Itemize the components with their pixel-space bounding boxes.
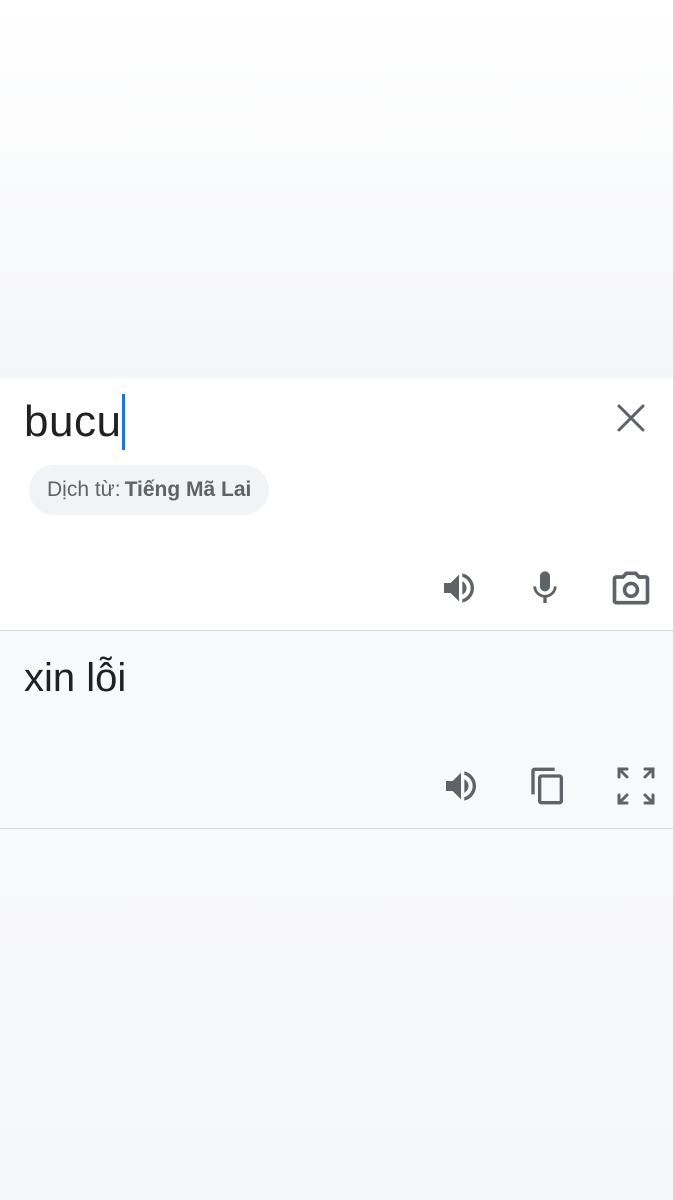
fullscreen-button[interactable] — [612, 762, 660, 810]
speaker-icon — [446, 771, 476, 801]
microphone-icon — [533, 571, 557, 603]
copy-translation-button[interactable] — [524, 762, 572, 810]
voice-input-button[interactable] — [521, 564, 569, 612]
source-language-label: Dịch từ: — [47, 478, 121, 501]
camera-icon — [612, 571, 650, 605]
translation-listen-button[interactable] — [437, 762, 485, 810]
close-icon — [617, 404, 645, 432]
camera-input-button[interactable] — [607, 564, 655, 612]
copy-icon — [531, 767, 563, 805]
clear-input-button[interactable] — [609, 396, 653, 440]
fullscreen-icon — [617, 767, 655, 805]
blank-bottom-area — [0, 829, 673, 1200]
source-language-name: Tiếng Mã Lai — [124, 478, 252, 501]
source-input[interactable]: bucu — [24, 392, 126, 452]
source-input-text: bucu — [24, 397, 122, 446]
source-listen-button[interactable] — [435, 564, 483, 612]
text-caret — [122, 394, 126, 450]
blank-top-area — [0, 0, 673, 378]
source-language-chip[interactable]: Dịch từ: Tiếng Mã Lai — [29, 465, 270, 515]
translation-text: xin lỗi — [24, 656, 127, 700]
speaker-icon — [444, 573, 474, 603]
